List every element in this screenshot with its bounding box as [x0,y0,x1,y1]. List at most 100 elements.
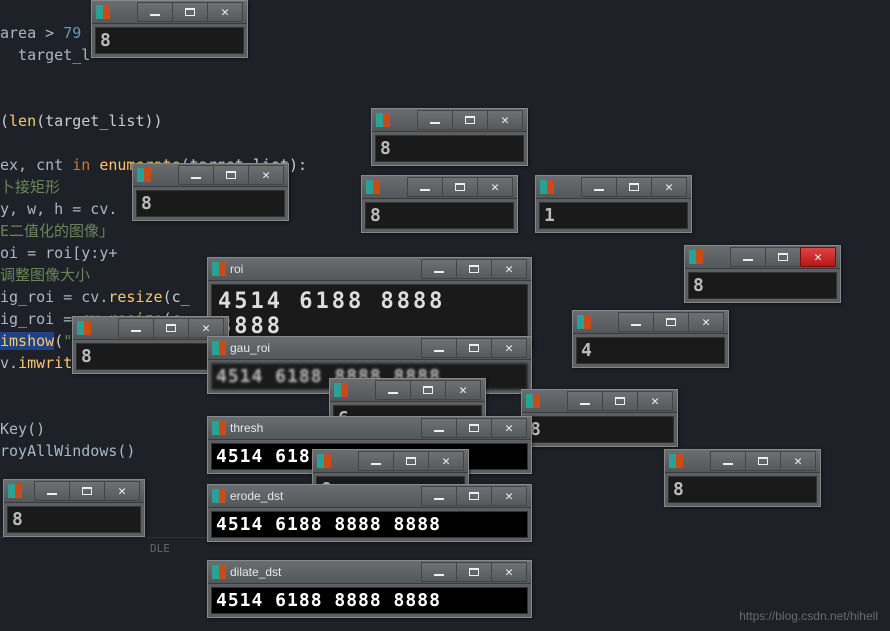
close-button[interactable]: ✕ [637,391,673,411]
minimize-button[interactable] [421,418,457,438]
close-button[interactable]: ✕ [491,486,527,506]
minimize-button[interactable] [137,2,173,22]
image-content: 8 [375,135,524,162]
titlebar[interactable]: ✕ [4,480,144,503]
maximize-button[interactable] [69,481,105,501]
window-w8[interactable]: ✕8 [72,316,229,374]
close-button[interactable]: ✕ [248,165,284,185]
maximize-button[interactable] [456,486,492,506]
maximize-button[interactable] [456,418,492,438]
titlebar[interactable]: ✕ [330,379,485,402]
window-w15[interactable]: ✕8 [664,449,821,507]
image-content: 8 [7,506,141,533]
minimize-button[interactable] [417,110,453,130]
minimize-button[interactable] [581,177,617,197]
minimize-button[interactable] [421,486,457,506]
window-w3[interactable]: ✕8 [132,163,289,221]
window-w5[interactable]: ✕1 [535,175,692,233]
window-icon [212,565,226,579]
minimize-button[interactable] [730,247,766,267]
window-w6[interactable]: ✕8 [684,245,841,303]
titlebar[interactable]: thresh✕ [208,417,531,440]
window-w12[interactable]: ✕8 [521,389,678,447]
maximize-button[interactable] [410,380,446,400]
titlebar[interactable]: ✕ [536,176,691,199]
titlebar[interactable]: gau_roi ✕ [208,337,531,360]
maximize-button[interactable] [616,177,652,197]
close-button[interactable]: ✕ [207,2,243,22]
minimize-button[interactable] [567,391,603,411]
titlebar[interactable]: ✕ [362,176,517,199]
close-button[interactable]: ✕ [491,338,527,358]
window-roi[interactable]: roi✕4514 6188 8888 8888 [207,257,532,348]
minimize-button[interactable] [710,451,746,471]
maximize-button[interactable] [456,338,492,358]
window-w4[interactable]: ✕8 [361,175,518,233]
window-dilate[interactable]: dilate_dst✕4514 6188 8888 8888 [207,560,532,618]
close-button[interactable]: ✕ [688,312,724,332]
close-button[interactable]: ✕ [477,177,513,197]
titlebar[interactable]: ✕ [522,390,677,413]
window-w16[interactable]: ✕8 [3,479,145,537]
window-title: erode_dst [230,489,422,503]
maximize-button[interactable] [153,318,189,338]
maximize-button[interactable] [452,110,488,130]
titlebar[interactable]: ✕ [372,109,527,132]
maximize-button[interactable] [456,259,492,279]
close-button[interactable]: ✕ [491,562,527,582]
maximize-button[interactable] [653,312,689,332]
titlebar[interactable]: dilate_dst✕ [208,561,531,584]
minimize-button[interactable] [421,562,457,582]
maximize-button[interactable] [393,451,429,471]
close-button[interactable]: ✕ [445,380,481,400]
minimize-button[interactable] [358,451,394,471]
image-content: 8 [136,190,285,217]
titlebar[interactable]: ✕ [133,164,288,187]
minimize-button[interactable] [375,380,411,400]
window-content: 8 [665,473,820,506]
close-button[interactable]: ✕ [651,177,687,197]
close-button[interactable]: ✕ [800,247,836,267]
close-button[interactable]: ✕ [104,481,140,501]
image-content: 8 [688,272,837,299]
maximize-button[interactable] [213,165,249,185]
titlebar[interactable]: ✕ [92,1,247,24]
maximize-button[interactable] [456,562,492,582]
maximize-button[interactable] [745,451,781,471]
titlebar[interactable]: ✕ [665,450,820,473]
close-button[interactable]: ✕ [491,259,527,279]
close-button[interactable]: ✕ [188,318,224,338]
minimize-button[interactable] [407,177,443,197]
close-button[interactable]: ✕ [780,451,816,471]
minimize-button[interactable] [421,259,457,279]
window-icon [526,394,540,408]
window-title: gau_roi [230,341,422,355]
window-content: 8 [133,187,288,220]
titlebar[interactable]: ✕ [685,246,840,269]
maximize-button[interactable] [442,177,478,197]
titlebar[interactable]: ✕ [573,311,728,334]
minimize-button[interactable] [421,338,457,358]
maximize-button[interactable] [172,2,208,22]
titlebar[interactable]: ✕ [313,450,468,473]
close-button[interactable]: ✕ [487,110,523,130]
titlebar[interactable]: roi✕ [208,258,531,281]
titlebar[interactable]: ✕ [73,317,228,340]
image-content: 8 [365,202,514,229]
titlebar[interactable]: erode_dst ✕ [208,485,531,508]
image-content: 8 [76,343,225,370]
window-erode[interactable]: erode_dst✕4514 6188 8888 8888 [207,484,532,542]
minimize-button[interactable] [118,318,154,338]
window-w2[interactable]: ✕8 [371,108,528,166]
window-w1[interactable]: ✕8 [91,0,248,58]
maximize-button[interactable] [765,247,801,267]
window-w9[interactable]: ✕4 [572,310,729,368]
window-icon [540,180,554,194]
minimize-button[interactable] [178,165,214,185]
window-icon [669,454,683,468]
maximize-button[interactable] [602,391,638,411]
close-button[interactable]: ✕ [428,451,464,471]
close-button[interactable]: ✕ [491,418,527,438]
minimize-button[interactable] [618,312,654,332]
minimize-button[interactable] [34,481,70,501]
